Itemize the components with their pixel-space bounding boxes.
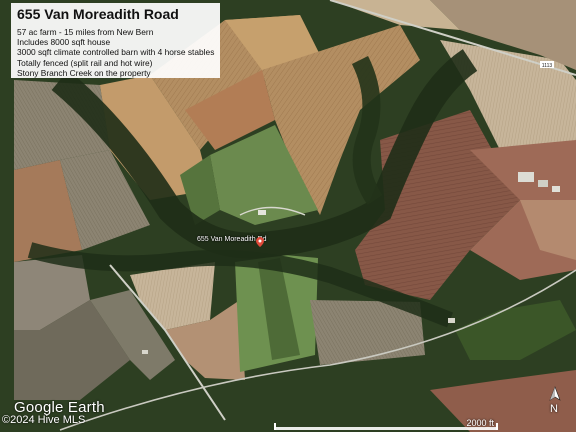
listing-title: 655 Van Moreadith Road bbox=[17, 6, 179, 22]
copyright-text: ©2024 Hive MLS bbox=[2, 414, 86, 426]
listing-line: 57 ac farm - 15 miles from New Bern bbox=[17, 27, 154, 37]
listing-line: Includes 8000 sqft house bbox=[17, 37, 111, 48]
map-pin-icon[interactable] bbox=[256, 234, 264, 252]
north-arrow-icon[interactable]: N bbox=[546, 386, 564, 418]
scale-label: 2000 ft bbox=[466, 418, 494, 428]
listing-line: Stony Branch Creek on the property bbox=[17, 67, 151, 78]
north-label: N bbox=[550, 403, 558, 415]
listing-info-box: 655 Van Moreadith Road 57 ac farm - 15 m… bbox=[11, 3, 220, 78]
listing-line: Totally fenced (split rail and hot wire) bbox=[17, 57, 153, 68]
scale-bar: 2000 ft bbox=[274, 413, 498, 432]
listing-line: 3000 sqft climate controlled barn with 4… bbox=[17, 47, 215, 58]
satellite-map[interactable]: 1113 655 Van Moreadith Road 57 ac farm -… bbox=[0, 0, 576, 432]
road-sign: 1113 bbox=[542, 63, 553, 69]
